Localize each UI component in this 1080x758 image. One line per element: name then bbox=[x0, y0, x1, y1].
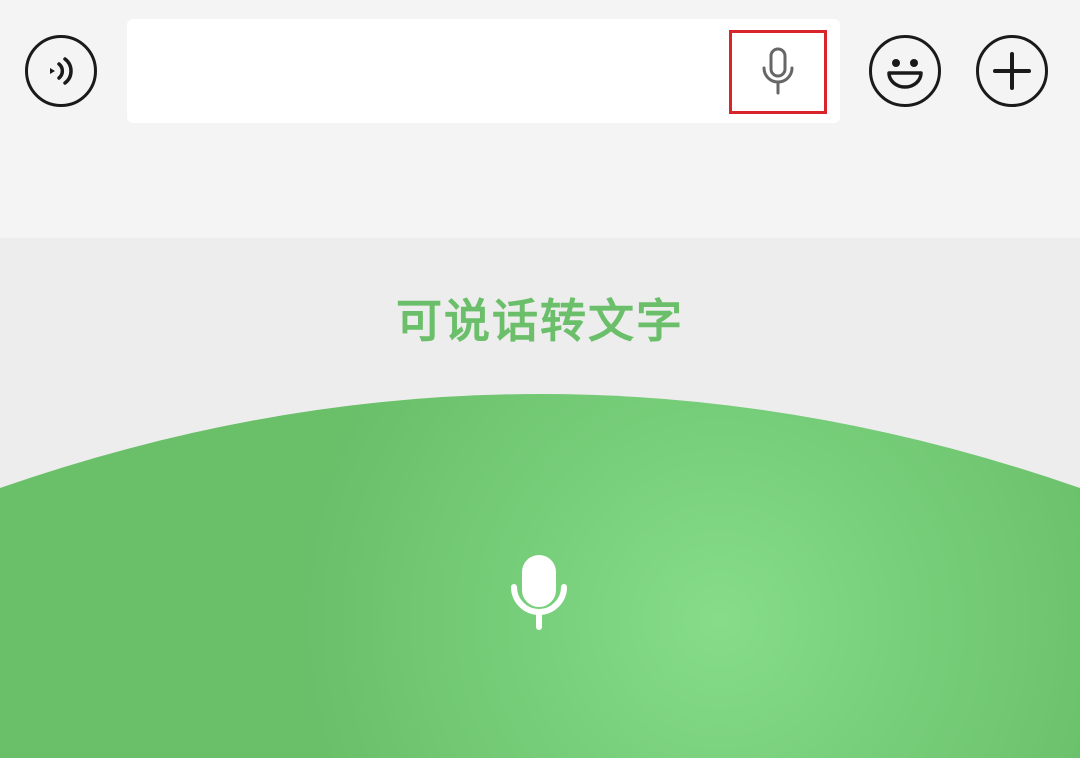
voice-panel-arc bbox=[0, 394, 1080, 758]
hold-to-talk-area[interactable] bbox=[0, 0, 1080, 758]
chat-input-screen: 可说话转文字 bbox=[0, 0, 1080, 758]
